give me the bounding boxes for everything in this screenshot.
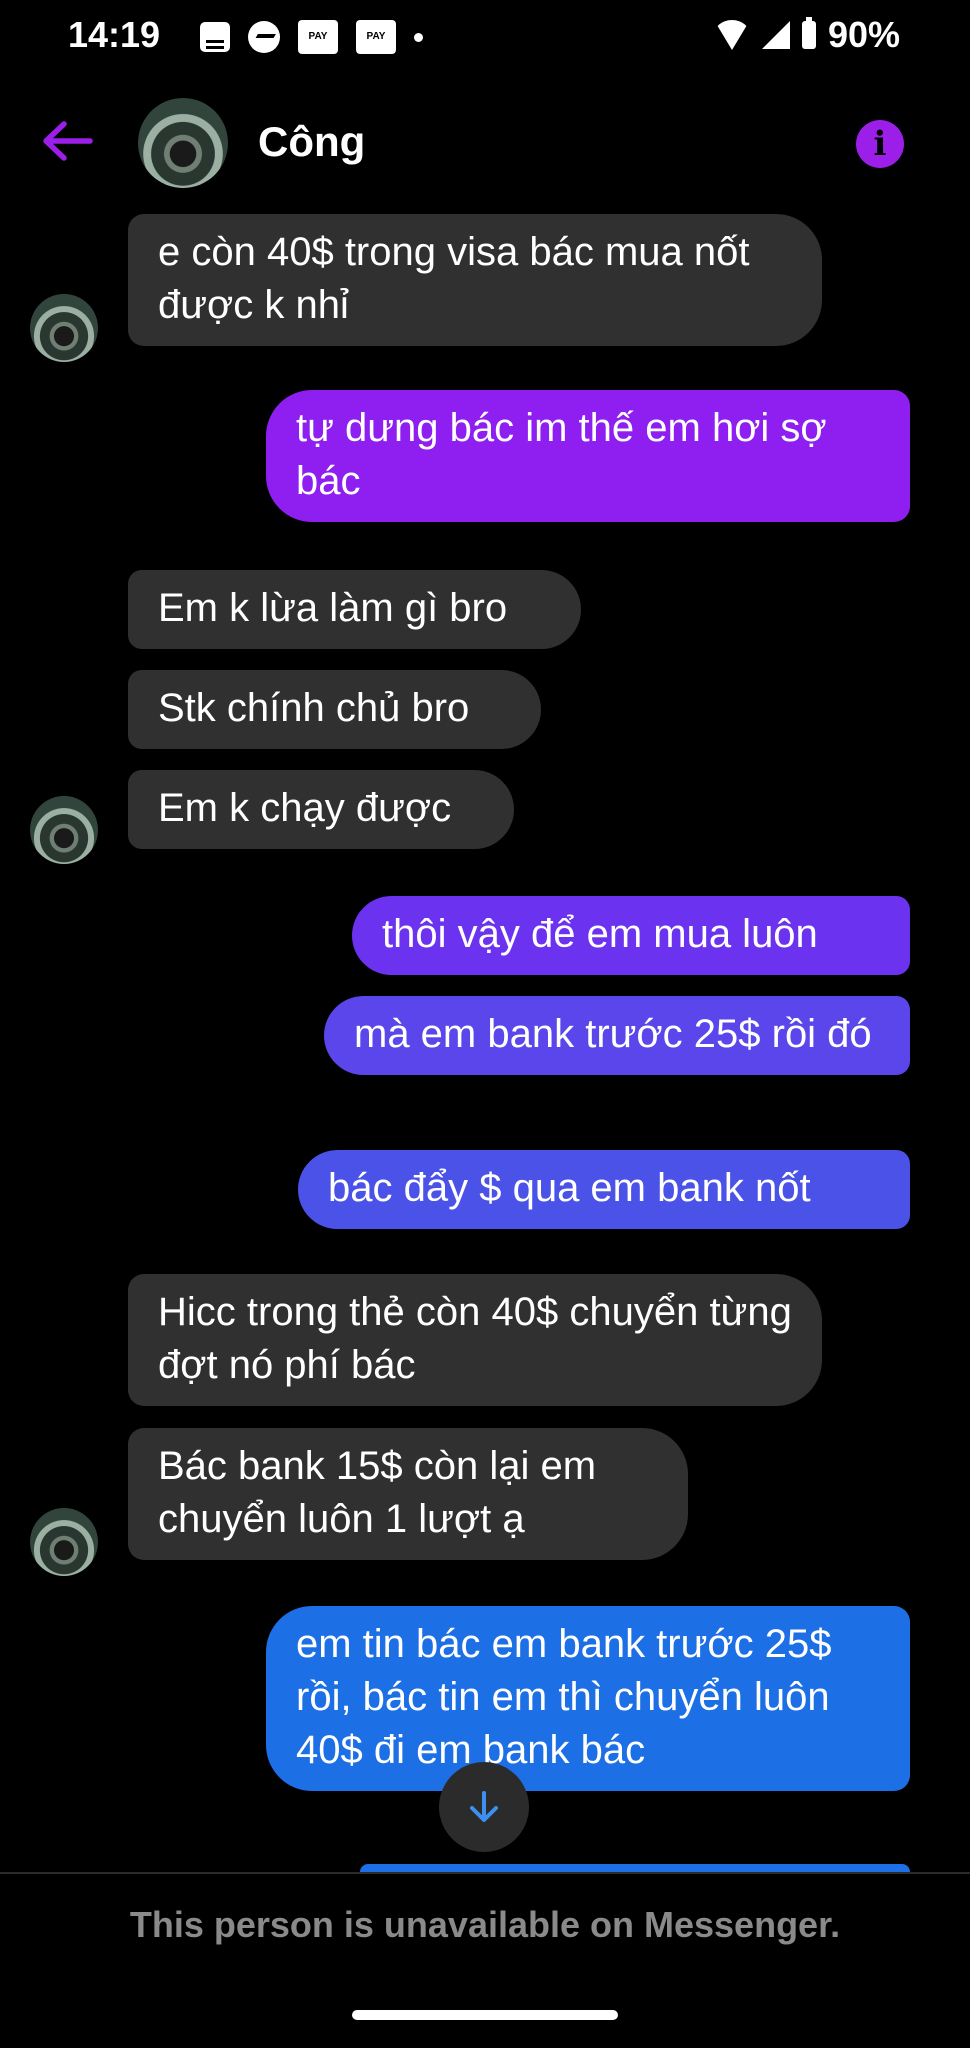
pay-notification-icon: PAY [298, 20, 338, 54]
footer-divider [0, 1872, 970, 1874]
message-bubble-incoming[interactable]: Em k lừa làm gì bro [128, 570, 581, 649]
message-bubble-incoming[interactable]: Hicc trong thẻ còn 40$ chuyển từng đợt n… [128, 1274, 822, 1406]
message-bubble-outgoing-partial [360, 1864, 910, 1872]
more-notifications-dot-icon [414, 32, 423, 42]
message-bubble-outgoing[interactable]: em tin bác em bank trước 25$ rồi, bác ti… [266, 1606, 910, 1791]
wifi-icon [713, 20, 750, 50]
message-bubble-incoming[interactable]: Bác bank 15$ còn lại em chuyển luôn 1 lư… [128, 1428, 688, 1560]
message-bubble-outgoing[interactable]: bác đẩy $ qua em bank nốt [298, 1150, 910, 1229]
conversation-header: Công i [0, 80, 970, 210]
messages-notification-icon [200, 22, 230, 52]
status-notification-icons: PAY PAY [200, 20, 423, 54]
info-icon[interactable]: i [856, 120, 904, 168]
message-bubble-outgoing[interactable]: tự dưng bác im thế em hơi sợ bác [266, 390, 910, 522]
status-bar: 14:19 PAY PAY 90% [0, 0, 970, 80]
sender-avatar[interactable] [30, 796, 98, 864]
status-time: 14:19 [68, 14, 161, 55]
message-bubble-incoming[interactable]: Stk chính chủ bro [128, 670, 541, 749]
pay-notification-icon: PAY [356, 20, 396, 54]
cell-signal-icon [761, 21, 790, 49]
message-bubble-incoming[interactable]: e còn 40$ trong visa bác mua nốt được k … [128, 214, 822, 346]
battery-percentage: 90% [827, 14, 900, 55]
sender-avatar[interactable] [30, 1508, 98, 1576]
unavailable-notice: This person is unavailable on Messenger. [129, 1904, 841, 1945]
messenger-notification-icon [248, 21, 280, 53]
message-bubble-outgoing[interactable]: thôi vậy để em mua luôn [352, 896, 910, 975]
status-system-icons: 90% [713, 14, 900, 56]
message-bubble-outgoing[interactable]: mà em bank trước 25$ rồi đó [324, 996, 910, 1075]
contact-name[interactable]: Công [258, 118, 365, 166]
scroll-to-bottom-button[interactable] [439, 1762, 529, 1852]
sender-avatar[interactable] [30, 294, 98, 362]
message-bubble-incoming[interactable]: Em k chạy được [128, 770, 514, 849]
home-indicator[interactable] [352, 2010, 618, 2020]
battery-icon [801, 17, 816, 49]
contact-avatar[interactable] [138, 98, 228, 188]
arrow-down-icon [470, 1791, 498, 1822]
back-arrow-icon[interactable] [40, 118, 96, 164]
